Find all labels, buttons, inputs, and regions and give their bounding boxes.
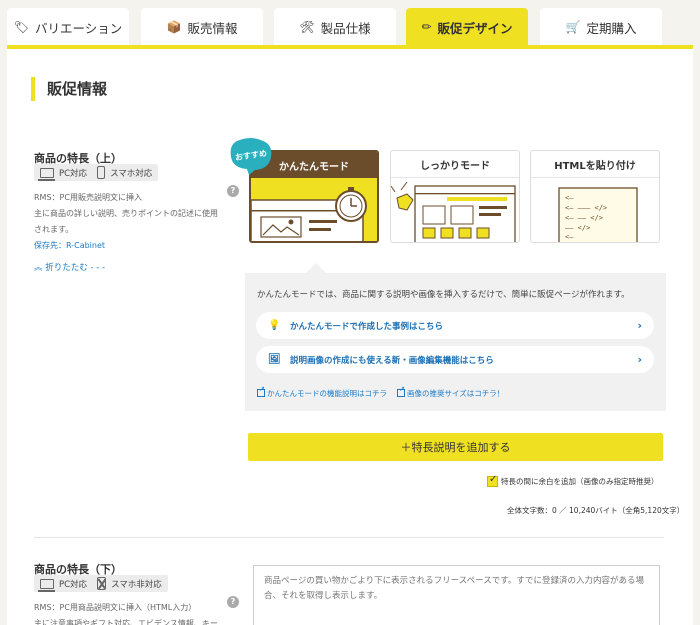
external-link-icon xyxy=(257,385,265,397)
collapse-label: 折りたたむ - - - xyxy=(45,263,106,273)
spacing-checkbox[interactable] xyxy=(487,474,498,487)
feature-guide-link[interactable]: かんたんモードの機能説明はコチラ xyxy=(257,385,387,399)
tab-subscription[interactable]: 🛒 定期購入 xyxy=(540,8,662,46)
upper-desc-2: 主に商品の詳しい説明、売りポイントの記述に使用されます。 xyxy=(34,209,218,234)
help-icon[interactable]: ? xyxy=(227,596,239,608)
image-icon: 🖼 xyxy=(268,354,281,365)
spacing-checkbox-label: 特長の間に余白を追加（画像のみ指定時推奨） xyxy=(501,477,659,486)
full-mode-illustration xyxy=(391,181,516,242)
lower-feature-textarea[interactable] xyxy=(253,565,660,625)
feature-guide-label: かんたんモードの機能説明はコチラ xyxy=(267,389,387,398)
character-count: 全体文字数：0 ／ 10,240バイト（全角5,120文字） xyxy=(507,506,685,515)
lower-device-badges: PC対応 スマホ非対応 xyxy=(34,575,168,592)
pencil-icon: ✏ xyxy=(421,20,432,34)
svg-text:<— —— </>: <— —— </> xyxy=(565,214,603,222)
tab-promo-design[interactable]: ✏ 販促デザイン xyxy=(406,8,528,46)
smartphone-disabled-icon xyxy=(97,577,107,590)
box-icon: 📦 xyxy=(166,20,182,34)
image-editor-link[interactable]: 🖼 説明画像の作成にも使える新・画像編集機能はこちら › xyxy=(256,346,654,373)
lightbulb-icon: 💡 xyxy=(268,320,281,331)
image-size-label: 画像の推奨サイズはコチラ！ xyxy=(407,389,505,398)
easy-mode-info-text: かんたんモードでは、商品に関する説明や画像を挿入するだけで、簡単に販促ページが作… xyxy=(257,290,630,300)
html-mode-illustration: <— <— ——— </> <— —— </> —— </> <— xyxy=(558,187,638,242)
pc-icon xyxy=(38,578,55,592)
section-divider xyxy=(34,537,664,538)
tab-variation[interactable]: 🏷 バリエーション xyxy=(7,8,129,46)
pc-badge-label: PC対応 xyxy=(59,579,88,590)
tab-label: バリエーション xyxy=(34,20,123,36)
tab-product-spec[interactable]: 🛠 製品仕様 xyxy=(274,8,396,46)
mode-card-html[interactable]: HTMLを貼り付け <— <— ——— </> <— —— </> —— </>… xyxy=(530,150,660,243)
examples-link-label: かんたんモードで作成した事例はこちら xyxy=(290,321,444,332)
svg-text:<—: <— xyxy=(565,194,574,202)
image-size-link[interactable]: 画像の推奨サイズはコチラ！ xyxy=(397,385,505,399)
chevron-up-icon: ︽ xyxy=(34,263,43,273)
spacing-checkbox-row[interactable]: 特長の間に余白を追加（画像のみ指定時推奨） xyxy=(487,474,659,487)
mode-card-full[interactable]: しっかりモード xyxy=(390,150,520,243)
pc-icon xyxy=(38,167,55,181)
tab-sales-info[interactable]: 📦 販売情報 xyxy=(141,8,263,46)
svg-text:<—: <— xyxy=(565,233,574,241)
examples-link[interactable]: 💡 かんたんモードで作成した事例はこちら › xyxy=(256,312,654,339)
external-link-icon xyxy=(397,385,405,397)
help-icon[interactable]: ? xyxy=(227,185,239,197)
upper-desc-1: RMS：PC用販売説明文に挿入 xyxy=(34,193,142,202)
collapse-toggle[interactable]: ︽ 折りたたむ - - - xyxy=(34,261,105,273)
tab-label: 販売情報 xyxy=(187,20,238,36)
svg-text:<— ——— </>: <— ——— </> xyxy=(565,204,607,212)
chevron-right-icon: › xyxy=(637,319,642,332)
cart-icon: 🛒 xyxy=(565,20,581,34)
tab-bar: 🏷 バリエーション 📦 販売情報 🛠 製品仕様 ✏ 販促デザイン 🛒 定期購入 xyxy=(0,0,700,49)
tools-icon: 🛠 xyxy=(299,20,315,34)
lower-desc-2: 主に注意事項やギフト対応、エビデンス情報、キーワー xyxy=(34,619,218,625)
section-title: 販促情報 xyxy=(31,77,107,101)
image-editor-link-label: 説明画像の作成にも使える新・画像編集機能はこちら xyxy=(290,355,494,366)
tab-label: 定期購入 xyxy=(586,20,637,36)
mode-card-title: HTMLを貼り付け xyxy=(531,151,659,178)
add-feature-button[interactable]: ＋特長説明を追加する xyxy=(248,433,663,461)
sp-badge-label: スマホ対応 xyxy=(110,168,153,179)
tab-label: 販促デザイン xyxy=(437,20,513,36)
tab-label: 製品仕様 xyxy=(320,20,371,36)
sp-badge-label: スマホ非対応 xyxy=(111,579,162,590)
lower-desc-1: RMS：PC用商品説明文に挿入（HTML入力） xyxy=(34,603,197,612)
chevron-right-icon: › xyxy=(637,353,642,366)
upper-device-badges: PC対応 スマホ対応 xyxy=(34,164,159,181)
pc-badge-label: PC対応 xyxy=(59,168,88,179)
lower-description: RMS：PC用商品説明文に挿入（HTML入力） 主に注意事項やギフト対応、エビデ… xyxy=(34,600,219,625)
tag-icon: 🏷 xyxy=(13,20,29,34)
save-location: 保存先：R-Cabinet xyxy=(34,241,106,250)
upper-description: RMS：PC用販売説明文に挿入 主に商品の詳しい説明、売りポイントの記述に使用さ… xyxy=(34,190,219,254)
easy-mode-illustration xyxy=(251,179,377,241)
svg-text:—— </>: —— </> xyxy=(565,224,590,232)
mode-card-title: しっかりモード xyxy=(391,151,519,178)
smartphone-icon xyxy=(97,166,106,179)
help-links: かんたんモードの機能説明はコチラ 画像の推奨サイズはコチラ！ xyxy=(257,385,505,399)
